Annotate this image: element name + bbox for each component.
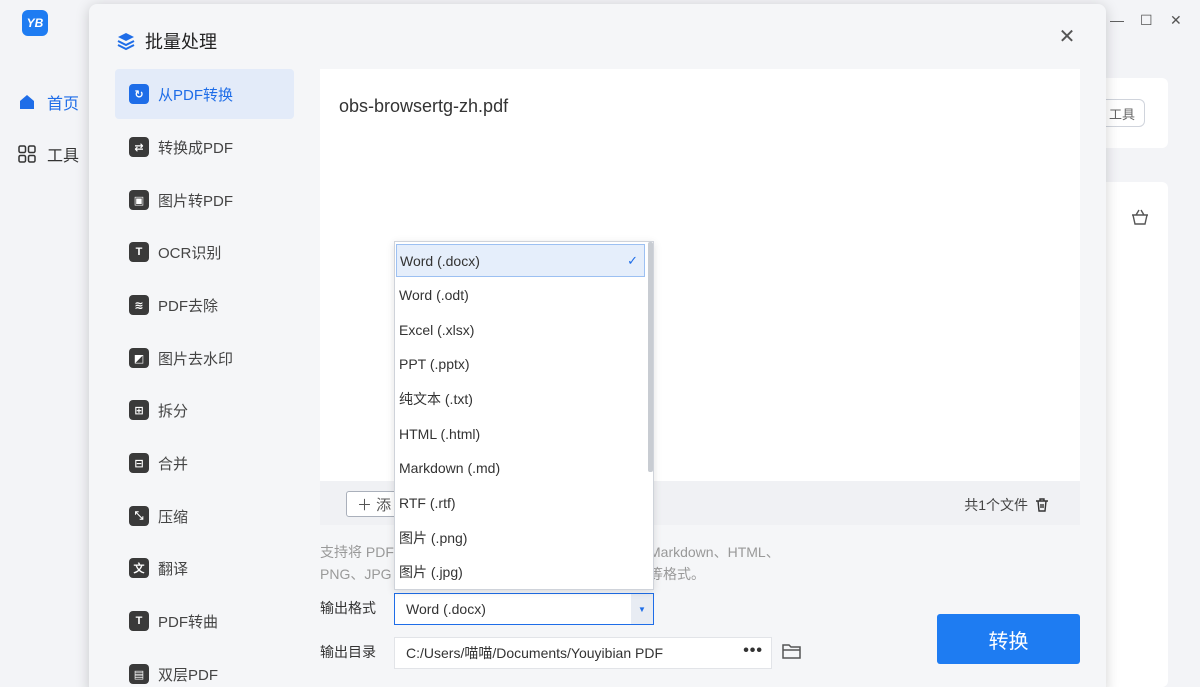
sidebar-item-dual-layer-pdf[interactable]: ▤ 双层PDF — [115, 649, 294, 687]
sidebar-item-label: 翻译 — [158, 560, 189, 578]
option-label: Word (.odt) — [399, 286, 469, 303]
layers-icon — [117, 33, 135, 51]
output-dir-input[interactable]: C:/Users/喵喵/Documents/Youyibian PDF ••• — [394, 637, 772, 669]
close-icon[interactable]: ✕ — [1057, 26, 1077, 48]
sidebar-item-label: 压缩 — [158, 508, 189, 526]
sidebar-item-to-pdf[interactable]: ⇄ 转换成PDF — [115, 122, 294, 172]
dropdown-option[interactable]: Markdown (.md) — [396, 451, 645, 484]
dropdown-option[interactable]: 图片 (.jpg) — [396, 555, 645, 588]
trash-icon[interactable] — [1034, 497, 1050, 513]
background-card — [1100, 182, 1168, 687]
dropdown-option[interactable]: Excel (.xlsx) — [396, 313, 645, 346]
dual-layer-pdf-icon: ▤ — [129, 664, 149, 684]
ocr-icon: T — [129, 242, 149, 262]
sidebar-item-label: 拆分 — [158, 402, 189, 420]
support-text-end: Markdown、HTML、 — [649, 544, 780, 560]
split-icon: ⊞ — [129, 400, 149, 420]
checkmark-icon: ✓ — [627, 252, 638, 268]
output-dir-label: 输出目录 — [320, 644, 376, 660]
sidebar-item-ocr[interactable]: T OCR识别 — [115, 227, 294, 277]
support-text-start: PNG、JPG — [320, 566, 392, 582]
dropdown-arrow-icon[interactable]: ▼ — [631, 594, 653, 624]
option-label: Excel (.xlsx) — [399, 321, 475, 338]
sidebar-item-label: 从PDF转换 — [158, 86, 234, 104]
pdf-remove-icon: ≋ — [129, 295, 149, 315]
watermark-remove-icon: ◩ — [129, 348, 149, 368]
sidebar-item-label: PDF转曲 — [158, 613, 219, 631]
sidebar-item-from-pdf[interactable]: ↻ 从PDF转换 — [115, 69, 294, 119]
translate-icon: 文 — [129, 558, 149, 578]
dropdown-option[interactable]: Word (.odt) — [396, 278, 645, 311]
output-format-value: Word (.docx) — [406, 601, 486, 617]
sidebar-item-label: PDF去除 — [158, 297, 219, 315]
sidebar-item-label: 合并 — [158, 455, 189, 473]
sidebar-item-label: 双层PDF — [158, 666, 219, 684]
nav-item-label: 工具 — [47, 148, 80, 165]
folder-icon[interactable] — [782, 642, 802, 660]
dialog-title: 批量处理 — [116, 28, 217, 54]
image-to-pdf-icon: ▣ — [129, 190, 149, 210]
sidebar-item-merge[interactable]: ⊟ 合并 — [115, 438, 294, 488]
sidebar-item-image-to-pdf[interactable]: ▣ 图片转PDF — [115, 175, 294, 225]
maximize-icon[interactable]: ☐ — [1140, 12, 1153, 29]
app-logo: YB — [22, 10, 48, 36]
dropdown-scrollbar[interactable] — [648, 242, 653, 472]
basket-icon[interactable] — [1130, 207, 1150, 227]
file-count-text: 共1个文件 — [964, 497, 1028, 513]
option-label: 图片 (.png) — [399, 529, 468, 546]
output-format-dropdown: Word (.docx) ✓ Word (.odt) Excel (.xlsx)… — [394, 241, 654, 590]
sidebar-item-label: 转换成PDF — [158, 139, 234, 157]
more-icon[interactable]: ••• — [743, 642, 763, 660]
dropdown-option[interactable]: PPT (.pptx) — [396, 347, 645, 380]
support-text-start: 支持将 PDF — [320, 544, 394, 560]
file-name[interactable]: obs-browsertg-zh.pdf — [339, 96, 508, 117]
grid-icon — [18, 145, 36, 163]
sidebar-item-translate[interactable]: 文 翻译 — [115, 543, 294, 593]
option-label: PPT (.pptx) — [399, 355, 470, 372]
compress-icon: ⤡ — [129, 506, 149, 526]
sidebar-item-pdf-outline[interactable]: T PDF转曲 — [115, 596, 294, 646]
minimize-icon[interactable]: — — [1110, 12, 1124, 28]
sidebar-item-pdf-remove[interactable]: ≋ PDF去除 — [115, 280, 294, 330]
support-text-end: 等格式。 — [649, 566, 705, 582]
nav-item-label: 首页 — [47, 96, 80, 113]
sidebar-item-compress[interactable]: ⤡ 压缩 — [115, 491, 294, 541]
option-label: HTML (.html) — [399, 425, 481, 442]
dialog-title-text: 批量处理 — [145, 32, 217, 52]
dropdown-option[interactable]: Word (.docx) ✓ — [396, 244, 645, 277]
sidebar-item-label: 图片转PDF — [158, 192, 234, 210]
dropdown-option[interactable]: 纯文本 (.txt) — [396, 382, 645, 415]
output-format-select[interactable]: Word (.docx) ▼ — [394, 593, 654, 625]
sidebar-item-watermark-remove[interactable]: ◩ 图片去水印 — [115, 333, 294, 383]
option-label: Word (.docx) — [400, 252, 480, 269]
file-count: 共1个文件 — [964, 495, 1050, 515]
merge-icon: ⊟ — [129, 453, 149, 473]
convert-from-pdf-icon: ↻ — [129, 84, 149, 104]
sidebar-item-label: OCR识别 — [158, 244, 222, 262]
close-window-icon[interactable]: ✕ — [1170, 12, 1182, 29]
output-format-label: 输出格式 — [320, 600, 376, 616]
option-label: RTF (.rtf) — [399, 494, 456, 511]
output-dir-value: C:/Users/喵喵/Documents/Youyibian PDF — [406, 645, 664, 661]
convert-button[interactable]: 转换 — [937, 614, 1080, 664]
pdf-outline-icon: T — [129, 611, 149, 631]
dropdown-option[interactable]: 图片 (.png) — [396, 521, 645, 554]
convert-to-pdf-icon: ⇄ — [129, 137, 149, 157]
nav-item-home[interactable]: 首页 — [18, 90, 79, 114]
dropdown-option[interactable]: RTF (.rtf) — [396, 486, 645, 519]
sidebar-item-split[interactable]: ⊞ 拆分 — [115, 385, 294, 435]
option-label: Markdown (.md) — [399, 459, 501, 476]
nav-item-tools[interactable]: 工具 — [18, 142, 79, 166]
option-label: 纯文本 (.txt) — [399, 390, 473, 407]
sidebar-item-label: 图片去水印 — [158, 350, 234, 368]
tool-button[interactable]: 工具 — [1100, 99, 1145, 127]
option-label: 图片 (.jpg) — [399, 563, 463, 580]
dropdown-option[interactable]: HTML (.html) — [396, 417, 645, 450]
home-icon — [20, 95, 34, 109]
